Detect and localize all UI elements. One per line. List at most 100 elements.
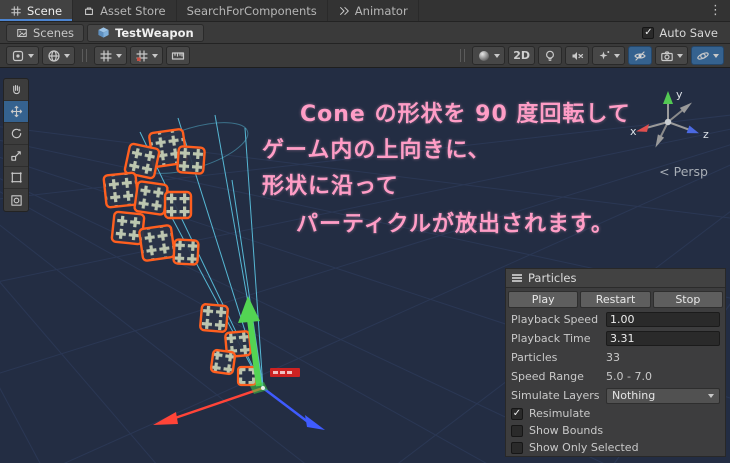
dock-tab-bar: Scene Asset Store SearchForComponents An… (0, 0, 730, 22)
2d-mode-label: 2D (513, 49, 530, 62)
particle-sprites (102, 128, 258, 387)
show-bounds-row[interactable]: Show Bounds (506, 422, 725, 439)
show-bounds-checkbox[interactable] (511, 424, 523, 437)
scene-grid-icon (10, 5, 22, 17)
playback-speed-row: Playback Speed (506, 310, 725, 329)
stop-button[interactable]: Stop (652, 291, 723, 308)
tab-overflow-button[interactable]: ⋮ (701, 0, 730, 21)
tool-settings-button[interactable] (6, 46, 39, 65)
scene-camera-button[interactable] (655, 46, 688, 65)
speaker-muted-icon (570, 49, 584, 63)
tab-animator[interactable]: Animator (327, 0, 419, 21)
toolbar-separator (460, 49, 466, 62)
dropdown-caret-icon (64, 53, 70, 58)
pane-menu-icon (512, 277, 522, 279)
playback-speed-label: Playback Speed (511, 313, 599, 326)
ruler-icon (171, 49, 185, 63)
gizmos-orbit-button[interactable] (691, 46, 724, 65)
grid-snapping-button[interactable] (130, 46, 163, 65)
annotation-line: パーティクルが放出されます。 (296, 212, 614, 237)
simulate-layers-value: Nothing (612, 389, 656, 402)
transform-tool-button[interactable] (4, 189, 28, 211)
dropdown-caret-icon (708, 393, 714, 398)
resimulate-label: Resimulate (529, 407, 591, 420)
axis-neg-handle (655, 134, 665, 148)
scale-tool-button[interactable] (4, 145, 28, 167)
show-bounds-label: Show Bounds (529, 424, 604, 437)
transform-tool-icon (10, 194, 23, 207)
scene-audio-button[interactable] (565, 46, 589, 65)
annotation-line: 形状に沿って (262, 174, 399, 199)
scenes-breadcrumb-tab[interactable]: Scenes (6, 23, 85, 42)
rect-tool-button[interactable] (4, 167, 28, 189)
emitter-origin-point (261, 386, 265, 390)
tool-settings-icon (11, 49, 25, 63)
dropdown-caret-icon (152, 53, 158, 58)
rotate-tool-button[interactable] (4, 123, 28, 145)
simulate-layers-label: Simulate Layers (511, 389, 600, 402)
rotate-icon (10, 127, 23, 140)
playback-buttons: Play Restart Stop (506, 288, 725, 310)
auto-save-label: Auto Save (659, 25, 718, 40)
particle-sprite (172, 238, 200, 266)
projection-toggle[interactable]: < Persp (659, 164, 708, 179)
show-only-selected-label: Show Only Selected (529, 441, 639, 454)
scene-visibility-button[interactable] (628, 46, 652, 65)
resimulate-checkbox[interactable]: ✓ (511, 407, 523, 420)
toolbar-right-group: 2D (456, 46, 724, 65)
scene-viewport[interactable]: y x z Cone の形状を 90 度回転して ゲーム内の上向きに、 形状に沿… (0, 68, 730, 463)
tab-asset-store[interactable]: Asset Store (73, 0, 177, 21)
orbit-icon (696, 49, 710, 63)
speed-range-row: Speed Range 5.0 - 7.0 (506, 367, 725, 386)
show-only-selected-row[interactable]: Show Only Selected (506, 439, 725, 456)
2d-mode-button[interactable]: 2D (508, 46, 535, 65)
emitter-label-sprite (270, 368, 300, 377)
tab-scene[interactable]: Scene (0, 0, 74, 21)
axis-y-handle (663, 91, 673, 104)
move-gizmo-z-cone (305, 415, 325, 430)
globe-icon (47, 49, 61, 63)
playback-speed-input[interactable] (606, 312, 720, 327)
move-gizmo-z-axis (262, 387, 309, 423)
resimulate-row[interactable]: ✓ Resimulate (506, 405, 725, 422)
scene-effects-button[interactable] (592, 46, 625, 65)
sparkle-icon (597, 49, 611, 63)
orientation-gizmo[interactable]: y x z (630, 88, 709, 148)
simulate-layers-dropdown[interactable]: Nothing (606, 387, 720, 404)
open-scene-tab[interactable]: TestWeapon (87, 23, 204, 42)
toolbar-separator (82, 49, 87, 62)
auto-save-checkbox[interactable]: ✓ (642, 26, 655, 39)
tab-scene-label: Scene (27, 3, 63, 18)
hand-tool-button[interactable] (4, 79, 28, 101)
particle-sprite (163, 190, 193, 220)
auto-save-toggle[interactable]: ✓ Auto Save (642, 26, 727, 40)
move-icon (10, 105, 23, 118)
show-only-selected-checkbox[interactable] (511, 441, 523, 454)
scene-view-toolbar: 2D (0, 44, 730, 68)
tab-search-for-components[interactable]: SearchForComponents (176, 0, 328, 21)
pivot-orientation-button[interactable] (42, 46, 75, 65)
snap-increment-button[interactable] (166, 46, 190, 65)
restart-button[interactable]: Restart (580, 291, 651, 308)
playback-time-input[interactable] (606, 331, 720, 346)
shaded-sphere-icon (477, 49, 491, 63)
move-gizmo[interactable] (153, 296, 325, 430)
particle-panel-header[interactable]: Particles (506, 269, 725, 288)
scene-lighting-button[interactable] (538, 46, 562, 65)
gizmo-center-handle (664, 118, 672, 126)
particle-sprite (133, 180, 169, 216)
rect-tool-icon (10, 171, 23, 184)
grid-visibility-button[interactable] (94, 46, 127, 65)
asset-store-icon (83, 5, 95, 17)
dropdown-caret-icon (116, 53, 122, 58)
play-button[interactable]: Play (508, 291, 579, 308)
particle-count-row: Particles 33 (506, 348, 725, 367)
shading-mode-button[interactable] (472, 46, 506, 65)
particle-sprite (176, 145, 206, 175)
annotation-line: Cone の形状を 90 度回転して (300, 102, 631, 127)
move-tool-button[interactable] (4, 101, 28, 123)
axis-x-label: x (630, 125, 637, 138)
scene-asset-icon (16, 27, 28, 39)
simulate-layers-row: Simulate Layers Nothing (506, 386, 725, 405)
particle-count-label: Particles (511, 351, 558, 364)
